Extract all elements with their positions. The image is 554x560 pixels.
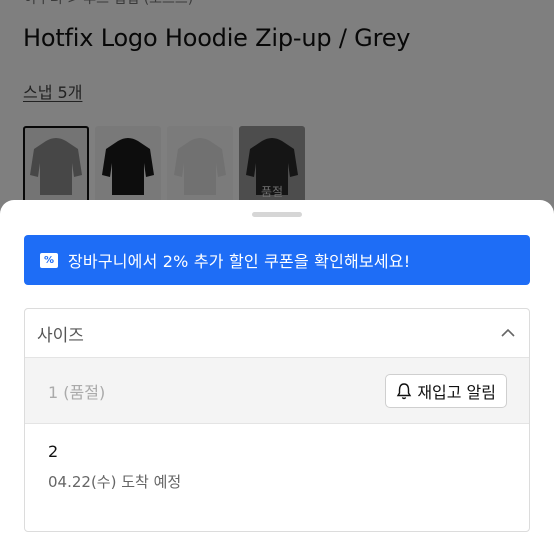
sheet-handle[interactable] xyxy=(252,212,302,217)
option-item-soldout: 1 (품절) 재입고 알림 xyxy=(25,358,529,424)
option-label: 1 (품절) xyxy=(48,382,106,402)
option-size: 2 xyxy=(48,442,59,461)
option-item-2[interactable]: 2 04.22(수) 도착 예정 xyxy=(25,424,529,492)
coupon-banner[interactable]: % 장바구니에서 2% 추가 할인 쿠폰을 확인해보세요! xyxy=(24,235,530,285)
bell-icon xyxy=(397,382,412,399)
coupon-icon: % xyxy=(40,252,58,268)
size-select: 사이즈 1 (품절) 재입고 알림 2 04.22(수) 도착 예정 xyxy=(24,308,530,532)
size-select-label: 사이즈 xyxy=(37,325,84,346)
delivery-eta: 04.22(수) 도착 예정 xyxy=(48,473,182,491)
size-select-header[interactable]: 사이즈 xyxy=(25,309,529,358)
option-bottom-sheet: % 장바구니에서 2% 추가 할인 쿠폰을 확인해보세요! 사이즈 1 (품절)… xyxy=(0,200,554,560)
restock-button-label: 재입고 알림 xyxy=(417,382,496,402)
restock-alert-button[interactable]: 재입고 알림 xyxy=(385,373,507,408)
chevron-up-icon xyxy=(501,328,515,337)
banner-text: 장바구니에서 2% 추가 할인 쿠폰을 확인해보세요! xyxy=(68,252,411,271)
